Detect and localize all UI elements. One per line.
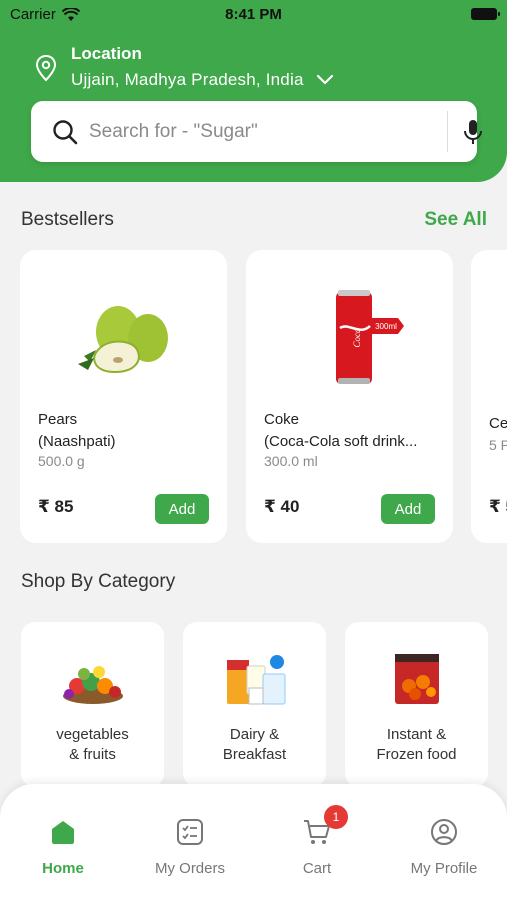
pear-image <box>78 306 168 374</box>
product-card[interactable]: Coca 300ml Coke (Coca-Cola soft drink...… <box>246 250 453 543</box>
tab-label: My Orders <box>154 860 225 877</box>
home-icon <box>52 821 74 844</box>
location-value: Ujjain, Madhya Pradesh, India <box>71 70 304 89</box>
location-selector[interactable]: Ujjain, Madhya Pradesh, India <box>71 70 334 90</box>
chevron-down-icon <box>316 74 333 85</box>
product-name: Ce <box>489 415 507 432</box>
product-name-line1: Pears <box>38 411 78 428</box>
product-name: Pears (Naashpati) <box>38 409 218 453</box>
product-quantity: 5 P <box>489 437 507 453</box>
product-price: ₹ 5 <box>489 497 507 516</box>
location-pin-icon[interactable] <box>34 54 58 82</box>
add-to-cart-button[interactable]: Add <box>155 494 209 524</box>
product-price: ₹ 40 <box>264 497 300 516</box>
bottom-tab-bar: Home My Orders 1 Cart My Profile <box>0 784 507 900</box>
tab-label: Home <box>42 860 84 877</box>
product-quantity: 300.0 ml <box>264 453 318 469</box>
search-input[interactable] <box>89 115 389 149</box>
coke-can-image: Coca 300ml <box>336 290 404 384</box>
product-name: Coke (Coca-Cola soft drink... <box>264 409 444 453</box>
shop-by-category-title: Shop By Category <box>21 571 176 592</box>
add-to-cart-button[interactable]: Add <box>381 494 435 524</box>
category-card-vegetables[interactable]: vegetables & fruits <box>21 622 164 787</box>
tab-cart[interactable]: 1 Cart <box>254 784 380 900</box>
product-quantity: 500.0 g <box>38 453 85 469</box>
vegetable-basket-image <box>63 666 123 704</box>
search-divider <box>447 111 448 152</box>
category-card-frozen[interactable]: Instant & Frozen food <box>345 622 488 787</box>
search-bar[interactable] <box>31 101 482 162</box>
category-card-dairy[interactable]: Dairy & Breakfast <box>183 622 326 787</box>
svg-text:300ml: 300ml <box>375 322 397 331</box>
tab-my-orders[interactable]: My Orders <box>127 784 253 900</box>
profile-icon <box>431 819 457 845</box>
dairy-products-image <box>227 655 286 705</box>
battery-icon <box>471 8 500 20</box>
svg-text:Coca: Coca <box>352 328 362 347</box>
category-label: vegetables & fruits <box>56 726 129 763</box>
frozen-food-image <box>395 654 439 704</box>
product-card[interactable]: Pears (Naashpati) 500.0 g ₹ 85 Add <box>20 250 227 543</box>
status-bar: Carrier 8:41 PM <box>0 0 507 30</box>
product-name-line2: (Coca-Cola soft drink... <box>264 433 418 450</box>
tab-my-profile[interactable]: My Profile <box>381 784 507 900</box>
orders-icon <box>177 819 203 845</box>
header: Carrier 8:41 PM Location Ujjain, Madhya … <box>0 0 507 182</box>
category-label: Instant & Frozen food <box>376 726 457 763</box>
product-name-line2: (Naashpati) <box>38 433 116 450</box>
tab-label: Cart <box>302 860 332 877</box>
see-all-link[interactable]: See All <box>424 209 487 231</box>
microphone-icon[interactable] <box>463 119 483 145</box>
tab-home[interactable]: Home <box>0 784 126 900</box>
status-time: 8:41 PM <box>225 6 282 23</box>
product-name-line1: Coke <box>264 411 300 428</box>
tab-label: My Profile <box>410 860 478 877</box>
product-card-partial[interactable]: Ce 5 P ₹ 5 <box>471 250 507 543</box>
bestsellers-title: Bestsellers <box>21 209 114 230</box>
search-icon <box>53 120 78 145</box>
category-label: Dairy & Breakfast <box>222 726 287 763</box>
location-title: Location <box>71 44 142 63</box>
cart-badge: 1 <box>324 805 348 829</box>
product-price: ₹ 85 <box>38 497 74 516</box>
